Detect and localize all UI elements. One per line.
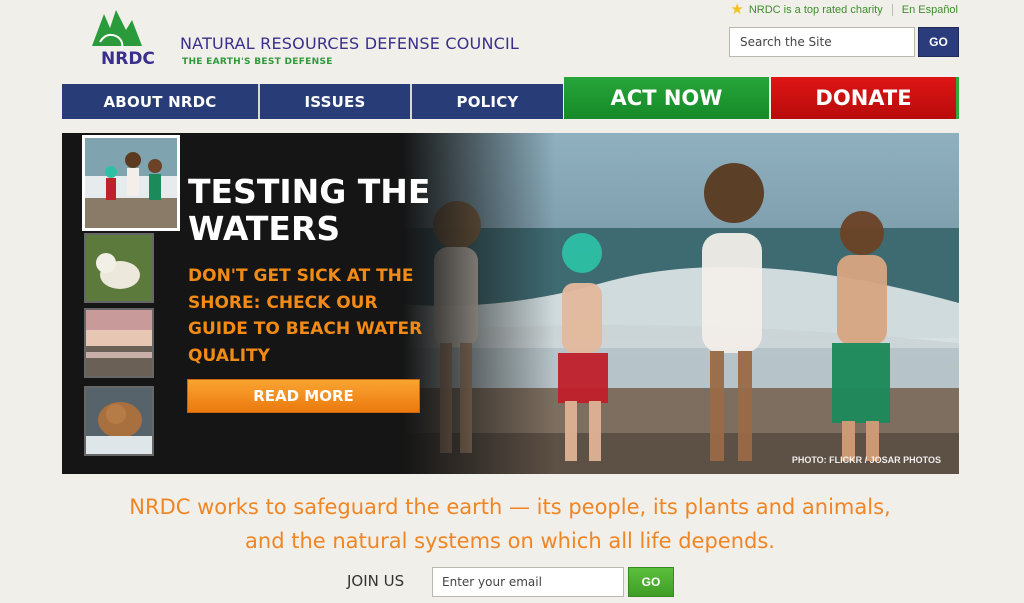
nav-edge — [956, 77, 959, 119]
divider — [891, 4, 893, 16]
search-go-button[interactable]: GO — [918, 27, 959, 57]
utility-links: ★ NRDC is a top rated charity En Español — [730, 1, 958, 18]
nav-item-issues[interactable]: ISSUES — [260, 84, 412, 119]
photo-credit: PHOTO: FLICKR / JOSAR PHOTOS — [791, 455, 941, 465]
hero-title: TESTING THE WATERS — [188, 172, 431, 248]
nav-item-about[interactable]: ABOUT NRDC — [62, 84, 260, 119]
thumbnail-sunset-wetland[interactable] — [84, 308, 154, 378]
star-icon: ★ — [730, 1, 744, 18]
charity-rating-link[interactable]: NRDC is a top rated charity — [749, 4, 883, 16]
thumbnail-children-beach[interactable] — [82, 135, 180, 231]
join-go-button[interactable]: GO — [628, 567, 674, 597]
thumbnail-grizzly-bear[interactable] — [84, 386, 154, 456]
language-link[interactable]: En Español — [902, 4, 958, 16]
thumbnail-spirit-bear[interactable] — [84, 233, 154, 303]
donate-button[interactable]: DONATE — [771, 77, 956, 119]
mission-statement: NRDC works to safeguard the earth — its … — [129, 495, 891, 553]
nav-item-policy[interactable]: POLICY — [412, 84, 563, 119]
main-nav: ABOUT NRDC ISSUES POLICY — [62, 84, 563, 119]
hero-subtitle: DON'T GET SICK AT THE SHORE: CHECK OUR G… — [188, 266, 423, 366]
email-field[interactable] — [432, 567, 624, 597]
act-now-button[interactable]: ACT NOW — [564, 77, 769, 119]
org-tagline: THE EARTH'S BEST DEFENSE — [182, 57, 333, 67]
hero-carousel[interactable]: TESTING THE WATERS DON'T GET SICK AT THE… — [62, 133, 959, 474]
search-input[interactable] — [729, 27, 915, 57]
read-more-button[interactable]: READ MORE — [187, 379, 420, 413]
nrdc-logo[interactable]: NRDC — [86, 6, 166, 70]
join-us-label: JOIN US — [347, 572, 405, 590]
logo-text: NRDC — [101, 49, 155, 69]
org-name[interactable]: NATURAL RESOURCES DEFENSE COUNCIL — [180, 34, 519, 53]
